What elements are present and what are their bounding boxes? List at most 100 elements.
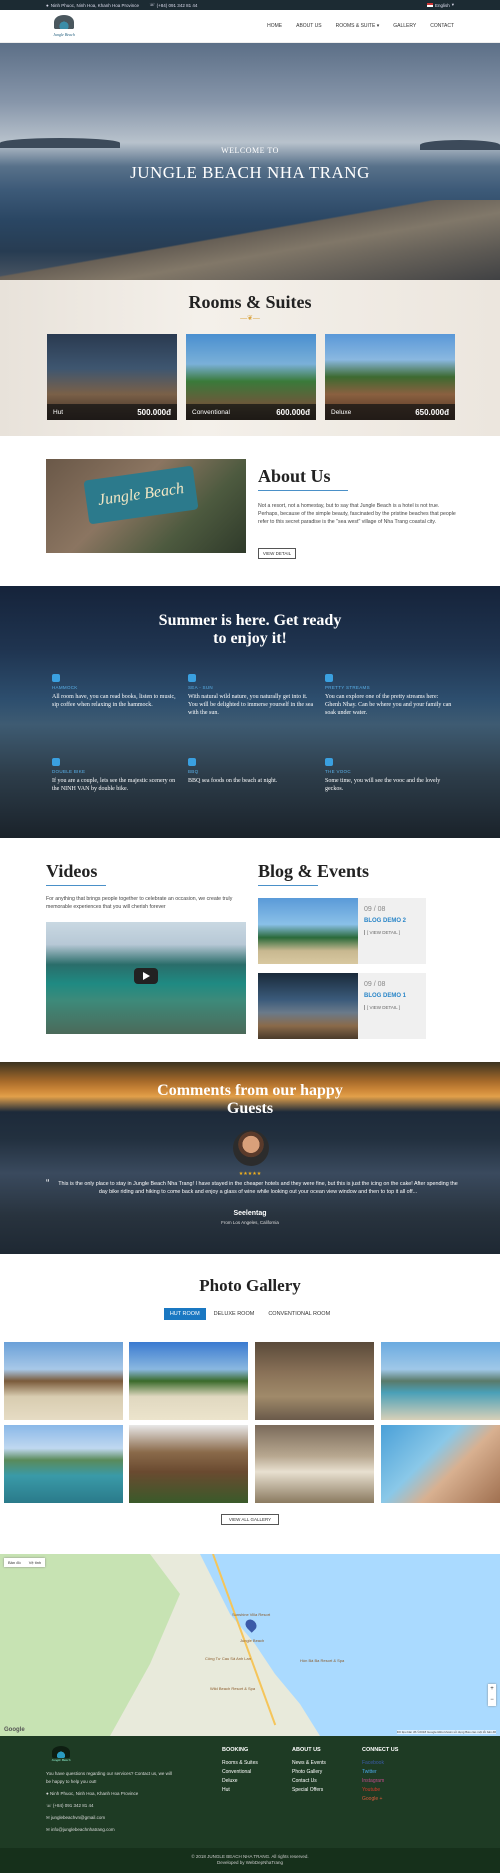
room-bar: Conventional 600.000đ <box>186 404 316 420</box>
summer-title-line2: to enjoy it! <box>213 630 287 647</box>
developer-credit[interactable]: Developed by WebDepNhaTrang <box>0 1860 500 1866</box>
footer-link[interactable]: Contact Us <box>292 1777 326 1786</box>
blog-view-detail[interactable]: [ VIEW DETAIL ] <box>364 930 400 935</box>
nav-item-home[interactable]: HOME <box>267 23 282 29</box>
gallery-image[interactable] <box>129 1342 248 1420</box>
testimonial-quote: This is the only place to stay in Jungle… <box>58 1181 458 1195</box>
gallery-image[interactable] <box>4 1342 123 1420</box>
footer-phone: ☏ (+84) 091 342 81 44 <box>46 1802 176 1810</box>
video-player[interactable] <box>46 922 246 1034</box>
tab-conventional-room[interactable]: CONVENTIONAL ROOM <box>262 1308 336 1320</box>
map-label: Công Tư Cau Sả Anh Lan <box>205 1656 251 1661</box>
feature-text: All room have, you can read books, liste… <box>52 694 176 708</box>
blog-card[interactable]: 09 / 08 BLOG DEMO 1 [ VIEW DETAIL ] <box>258 973 426 1039</box>
blog-date: 09 / 08 <box>364 981 386 988</box>
tab-deluxe-room[interactable]: DELUXE ROOM <box>208 1308 261 1320</box>
play-button[interactable] <box>134 968 158 984</box>
footer-address-text: Ninh Phuoc, Ninh Hoa, Khanh Hoa Province <box>49 1791 139 1796</box>
facebook-link[interactable]: Facebook <box>362 1759 398 1768</box>
feature-heading: BBQ <box>188 769 199 774</box>
youtube-link[interactable]: Youtube <box>362 1786 398 1795</box>
site-logo[interactable]: Jungle Beach <box>46 13 82 39</box>
footer-link[interactable]: News & Events <box>292 1759 326 1768</box>
footer-connect: CONNECT US Facebook Twitter Instagram Yo… <box>362 1746 398 1804</box>
nav-item-gallery[interactable]: GALLERY <box>393 23 416 29</box>
gallery-image[interactable] <box>255 1342 374 1420</box>
comments-section: Comments from our happy Guests ★★★★★ “ Th… <box>0 1062 500 1254</box>
footer-address: ● Ninh Phuoc, Ninh Hoa, Khanh Hoa Provin… <box>46 1790 176 1798</box>
view-detail-button[interactable]: VIEW DETAIL <box>258 548 296 559</box>
play-icon <box>142 972 150 980</box>
room-card-deluxe[interactable]: Deluxe 650.000đ <box>325 334 455 420</box>
footer-email2[interactable]: ✉ info@junglebeachnhatrang.com <box>46 1826 176 1834</box>
feature-text: If you are a couple, lets see the majest… <box>52 778 176 792</box>
room-card-hut[interactable]: Hut 500.000đ <box>47 334 177 420</box>
satellite-button[interactable]: Vệ tinh <box>25 1558 45 1567</box>
videos-title: Videos <box>46 861 98 881</box>
gallery-tabs: HUT ROOM DELUXE ROOM CONVENTIONAL ROOM <box>0 1308 500 1320</box>
footer-desc: You have questions regarding our service… <box>46 1771 172 1784</box>
nav-menu: HOME ABOUT US ROOMS & SUITE ▾ GALLERY CO… <box>267 23 454 29</box>
copyright-bar: © 2018 JUNGLE BEACH NHA TRANG. All right… <box>0 1848 500 1873</box>
room-price: 650.000đ <box>415 407 449 417</box>
gallery-image[interactable] <box>129 1425 248 1503</box>
feature-text: You can explore one of the pretty stream… <box>325 694 452 716</box>
nav-item-contact[interactable]: CONTACT <box>430 23 454 29</box>
footer-logo[interactable]: Jungle Beach <box>46 1746 76 1764</box>
twitter-link[interactable]: Twitter <box>362 1768 398 1777</box>
map-pin-icon[interactable] <box>243 1617 259 1633</box>
language-selector[interactable]: English ▾ <box>426 2 454 8</box>
feature-heading: PRETTY STREAMS <box>325 685 370 690</box>
google-plus-link[interactable]: Google + <box>362 1795 398 1804</box>
instagram-link[interactable]: Instagram <box>362 1777 398 1786</box>
blog-name[interactable]: BLOG DEMO 2 <box>364 918 406 924</box>
paw-icon <box>325 758 333 766</box>
room-bar: Deluxe 650.000đ <box>325 404 455 420</box>
map-button[interactable]: Bản đồ <box>4 1558 25 1567</box>
blog-view-detail[interactable]: [ VIEW DETAIL ] <box>364 1005 400 1010</box>
gallery-image[interactable] <box>4 1425 123 1503</box>
phone-icon: ☏ <box>149 2 155 7</box>
view-all-gallery-button[interactable]: VIEW ALL GALLERY <box>221 1514 279 1525</box>
tab-hut-room[interactable]: HUT ROOM <box>163 1308 206 1320</box>
footer-link[interactable]: Hut <box>222 1786 258 1795</box>
footer-link[interactable]: Rooms & Suites <box>222 1759 258 1768</box>
nav-item-rooms[interactable]: ROOMS & SUITE ▾ <box>336 23 380 29</box>
gallery-title: Photo Gallery <box>199 1276 301 1295</box>
footer-link[interactable]: Photo Gallery <box>292 1768 326 1777</box>
footer-link[interactable]: Deluxe <box>222 1777 258 1786</box>
gallery-image[interactable] <box>381 1425 500 1503</box>
feature-heading: SEA - SUN <box>188 685 213 690</box>
map-attribution[interactable]: Dữ liệu bản đồ ©2018 Google Điều khoản s… <box>396 1730 496 1734</box>
map-type-control: Bản đồ Vệ tinh <box>4 1558 46 1567</box>
hero-welcome: WELCOME TO <box>221 146 279 155</box>
feature-sea-sun: SEA - SUN With natural wild nature, you n… <box>188 674 316 717</box>
quote-icon: “ <box>46 1178 50 1189</box>
nav-item-about[interactable]: ABOUT US <box>296 23 321 29</box>
room-card-conventional[interactable]: Conventional 600.000đ <box>186 334 316 420</box>
footer-booking: BOOKING Rooms & Suites Conventional Delu… <box>222 1746 258 1795</box>
feature-text: With natural wild nature, you naturally … <box>188 694 314 716</box>
room-price: 500.000đ <box>137 407 171 417</box>
room-bar: Hut 500.000đ <box>47 404 177 420</box>
feature-heading: HAMMOCK <box>52 685 78 690</box>
blog-name[interactable]: BLOG DEMO 1 <box>364 993 406 999</box>
footer-info: Jungle Beach You have questions regardin… <box>46 1746 176 1834</box>
footer-heading: ABOUT US <box>292 1747 321 1753</box>
blog-card[interactable]: 09 / 08 BLOG DEMO 2 [ VIEW DETAIL ] <box>258 898 426 964</box>
zoom-control[interactable]: + − <box>488 1684 496 1706</box>
rating-stars: ★★★★★ <box>238 1171 262 1177</box>
footer-email1[interactable]: ✉ junglebeachvn@gmail.com <box>46 1814 176 1822</box>
map-marker-icon: ● <box>46 2 49 8</box>
footer-link[interactable]: Conventional <box>222 1768 258 1777</box>
gallery-image[interactable] <box>255 1425 374 1503</box>
hammock-icon <box>52 674 60 682</box>
google-map[interactable]: Sunshine Villa Resort Jungle Beach Công … <box>0 1554 500 1736</box>
summer-title: Summer is here. Get ready to enjoy it! <box>0 612 500 648</box>
gallery-image[interactable] <box>381 1342 500 1420</box>
summer-title-line1: Summer is here. Get ready <box>158 612 342 629</box>
feature-text: BBQ sea foods on the beach at night. <box>188 778 278 784</box>
footer-link[interactable]: Special Offers <box>292 1786 326 1795</box>
picture-icon <box>325 674 333 682</box>
room-name: Deluxe <box>331 408 352 416</box>
